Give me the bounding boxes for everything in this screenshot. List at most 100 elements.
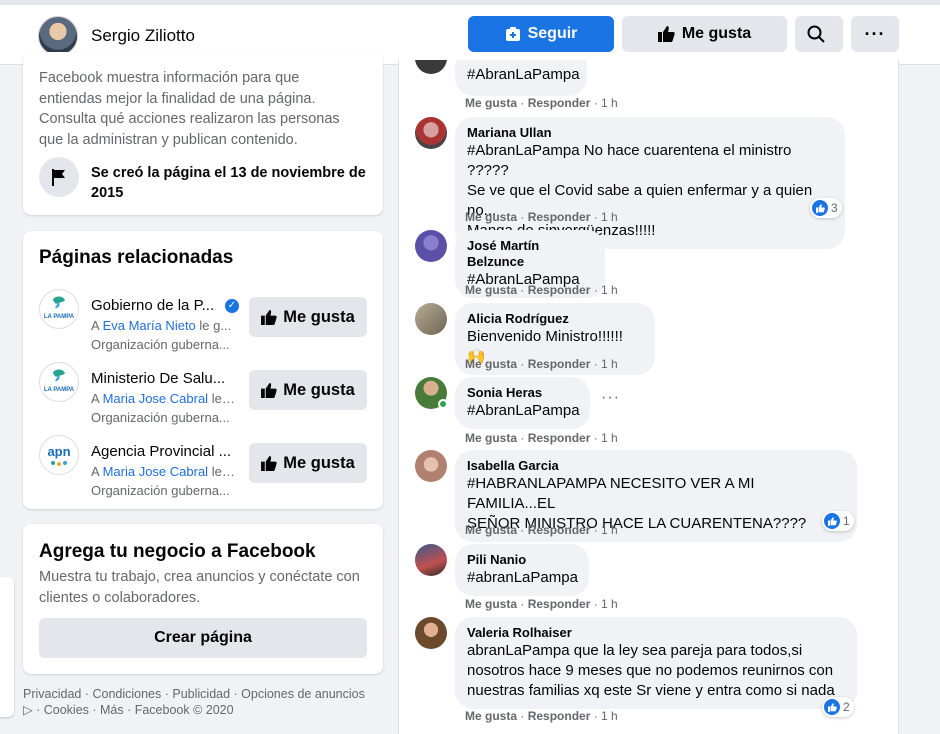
more-dots-icon: ··· [864, 23, 886, 44]
profile-link[interactable]: Sergio Ziliotto [38, 16, 195, 56]
related-page-logo[interactable]: LA PAMPA [39, 289, 79, 329]
comment-author[interactable]: Isabella Garcia [467, 458, 845, 474]
comment-like-link[interactable]: Me gusta [465, 597, 517, 611]
comment-text: #HABRANLAPAMPA NECESITO VER A MI FAMILIA… [467, 475, 755, 512]
comment-actions: Me gusta · Responder · 1 h [465, 283, 618, 297]
footer-line-2[interactable]: ▷ · Cookies · Más · Facebook © 2020 [23, 702, 393, 718]
creation-date: Se creó la página el 13 de noviembre de … [91, 165, 366, 201]
follow-button[interactable]: Seguir [468, 16, 614, 52]
profile-name[interactable]: Sergio Ziliotto [91, 26, 195, 46]
add-business-title: Agrega tu negocio a Facebook [39, 541, 316, 562]
friend-link[interactable]: Eva María Nieto [103, 318, 196, 333]
comment-like-link[interactable]: Me gusta [465, 96, 517, 110]
footer-links: Privacidad · Condiciones · Publicidad · … [23, 686, 393, 718]
follow-label: Seguir [527, 25, 578, 42]
thumbs-up-icon [261, 309, 277, 325]
reaction-count[interactable]: 1 [822, 511, 854, 531]
related-page-category: Organización guberna... [91, 410, 230, 425]
comment-reply-link[interactable]: Responder [528, 431, 591, 445]
comment-text: abranLaPampa que la ley sea pareja para … [467, 642, 803, 659]
avatar[interactable] [38, 16, 78, 56]
avatar[interactable] [415, 450, 447, 482]
comment-actions: Me gusta · Responder · 1 h [465, 96, 618, 110]
comment-reply-link[interactable]: Responder [528, 357, 591, 371]
svg-text:apn: apn [47, 444, 70, 459]
comment-author[interactable]: José Martín Belzunce [467, 238, 593, 270]
thumbs-up-icon [657, 26, 675, 42]
avatar[interactable] [415, 60, 447, 74]
comment-like-link[interactable]: Me gusta [465, 523, 517, 537]
comment-author[interactable]: Sonia Heras [467, 385, 578, 401]
comment-author[interactable]: Mariana Ullan [467, 125, 833, 141]
related-page-logo[interactable]: apn [39, 435, 79, 475]
related-page-item: LA PAMPA Gobierno de la P... ✓ A Eva Mar… [39, 289, 369, 357]
related-page-item: LA PAMPA Ministerio De Salu... A Maria J… [39, 362, 369, 430]
related-page-item: apn Agencia Provincial ... A Maria Jose … [39, 435, 369, 503]
related-page-name[interactable]: Agencia Provincial ... [91, 443, 241, 460]
footer-line-1[interactable]: Privacidad · Condiciones · Publicidad · … [23, 686, 393, 702]
related-page-category: Organización guberna... [91, 483, 230, 498]
comment-author[interactable]: Valeria Rolhaiser [467, 625, 845, 641]
transparency-text: Facebook muestra información para que en… [39, 70, 340, 148]
comment-reply-link[interactable]: Responder [528, 96, 591, 110]
comment-like-link[interactable]: Me gusta [465, 431, 517, 445]
comment-text: #AbranLaPampa No hace cuarentena el mini… [467, 142, 792, 179]
avatar[interactable] [415, 117, 447, 149]
comment-bubble: Valeria Rolhaiser abranLaPampa que la le… [455, 617, 857, 709]
thumbs-up-icon [261, 455, 277, 471]
online-status-icon [438, 399, 448, 409]
comment-actions: Me gusta · Responder · 1 h [465, 431, 618, 445]
comment-bubble: #AbranLaPampa [455, 60, 587, 96]
comment-reply-link[interactable]: Responder [528, 709, 591, 723]
related-pages-card: Páginas relacionadas LA PAMPA Gobierno d… [23, 231, 383, 509]
related-page-name[interactable]: Ministerio De Salu... [91, 370, 241, 387]
related-like-button[interactable]: Me gusta [249, 370, 367, 410]
comment-text: #AbranLaPampa [467, 66, 580, 83]
related-page-logo[interactable]: LA PAMPA [39, 362, 79, 402]
ad-choices-icon[interactable]: ▷ [23, 703, 33, 717]
create-page-button[interactable]: Crear página [39, 618, 367, 658]
comment-reply-link[interactable]: Responder [528, 283, 591, 297]
avatar[interactable] [415, 544, 447, 576]
comment-like-link[interactable]: Me gusta [465, 283, 517, 297]
like-reaction-icon [824, 513, 840, 529]
friend-link[interactable]: Maria Jose Cabral [103, 464, 209, 479]
flag-icon [39, 157, 79, 197]
avatar[interactable] [415, 230, 447, 262]
reaction-count[interactable]: 2 [822, 697, 854, 717]
avatar[interactable] [415, 303, 447, 335]
comment-reply-link[interactable]: Responder [528, 210, 591, 224]
avatar[interactable] [415, 617, 447, 649]
friend-link[interactable]: Maria Jose Cabral [103, 391, 209, 406]
side-panel-edge [0, 577, 14, 717]
comment-reply-link[interactable]: Responder [528, 597, 591, 611]
comment-like-link[interactable]: Me gusta [465, 357, 517, 371]
like-page-button[interactable]: Me gusta [622, 16, 787, 52]
related-pages-title: Páginas relacionadas [39, 247, 234, 268]
related-page-category: Organización guberna... [91, 337, 230, 352]
comment-author[interactable]: Pili Nanio [467, 552, 577, 568]
related-page-name[interactable]: Gobierno de la P... [91, 297, 241, 314]
creation-row: Se creó la página el 13 de noviembre de … [39, 157, 376, 203]
reaction-count[interactable]: 3 [810, 198, 842, 218]
comment-reply-link[interactable]: Responder [528, 523, 591, 537]
comment-like-link[interactable]: Me gusta [465, 709, 517, 723]
more-options-button[interactable]: ··· [851, 16, 899, 52]
comment-actions: Me gusta · Responder · 1 h [465, 210, 618, 224]
related-like-button[interactable]: Me gusta [249, 443, 367, 483]
related-page-friends: A Eva María Nieto le g... [91, 318, 232, 333]
comment-actions: Me gusta · Responder · 1 h [465, 709, 618, 723]
related-page-friends: A Maria Jose Cabral le ... [91, 391, 236, 406]
add-business-description: Muestra tu trabajo, crea anuncios y coné… [39, 569, 360, 606]
search-button[interactable] [795, 16, 843, 52]
comment-like-link[interactable]: Me gusta [465, 210, 517, 224]
related-page-friends: A Maria Jose Cabral le ... [91, 464, 236, 479]
comment-text: nuestras familias xq este Sr viene y ent… [467, 682, 835, 699]
comment-bubble: Pili Nanio #abranLaPampa [455, 544, 589, 596]
search-icon [807, 25, 825, 43]
related-like-button[interactable]: Me gusta [249, 297, 367, 337]
comment-author[interactable]: Alicia Rodríguez [467, 311, 643, 327]
comment-options-icon[interactable]: ··· [601, 389, 620, 407]
comments-panel: #AbranLaPampa Me gusta · Responder · 1 h… [398, 60, 899, 734]
svg-text:LA PAMPA: LA PAMPA [44, 387, 75, 393]
